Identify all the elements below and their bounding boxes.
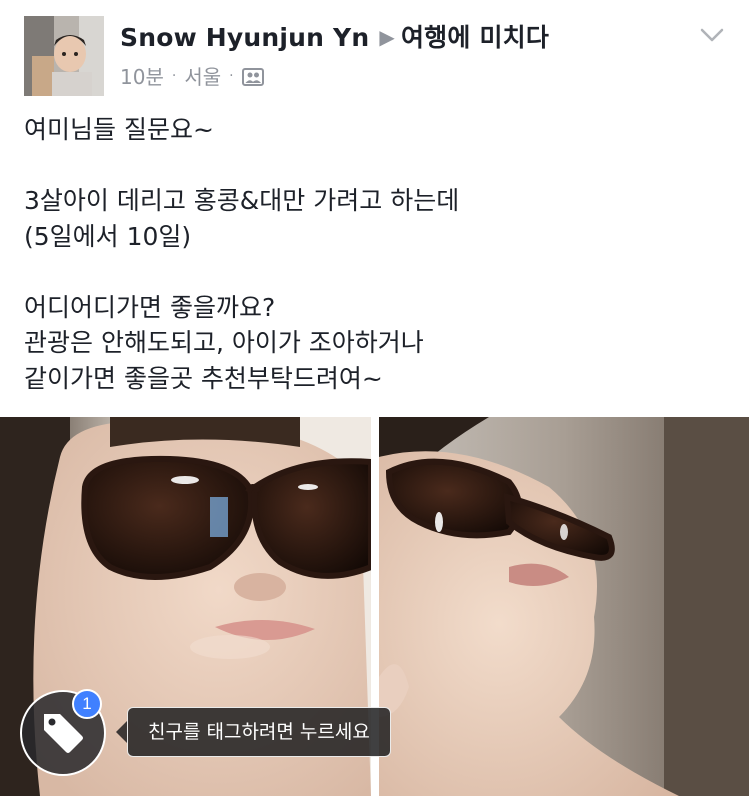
meta-separator: · xyxy=(171,67,177,84)
author-avatar[interactable] xyxy=(24,16,104,96)
shared-to-arrow-icon: ▶ xyxy=(379,25,395,49)
post-header: Snow Hyunjun Yn ▶ 여행에 미치다 10분 · 서울 · xyxy=(0,0,749,110)
chevron-down-icon[interactable] xyxy=(699,26,725,44)
post-line: (5일에서 10일) xyxy=(24,221,192,251)
meta-separator: · xyxy=(229,67,234,84)
author-line: Snow Hyunjun Yn ▶ 여행에 미치다 xyxy=(120,18,549,54)
post-line: 3살아이 데리고 홍콩&대만 가려고 하는데 xyxy=(24,186,460,215)
tag-tooltip[interactable]: 친구를 태그하려면 누르세요 xyxy=(127,707,391,757)
post-meta: 10분 · 서울 · xyxy=(120,61,264,90)
post-time[interactable]: 10분 xyxy=(120,61,164,90)
post-line: 같이가면 좋을곳 추천부탁드려여~ xyxy=(24,363,383,393)
author-name[interactable]: Snow Hyunjun Yn xyxy=(120,23,369,52)
post-line: 어디어디가면 좋을까요? xyxy=(24,292,276,322)
post-line: 관광은 안해도되고, 아이가 조아하거나 xyxy=(24,328,424,357)
post-line: 여미님들 질문요~ xyxy=(24,115,214,144)
photo-right[interactable] xyxy=(379,417,749,796)
group-name[interactable]: 여행에 미치다 xyxy=(401,23,549,52)
tag-count-badge: 1 xyxy=(72,689,102,719)
post-location[interactable]: 서울 xyxy=(184,61,221,90)
friends-icon[interactable] xyxy=(241,67,264,86)
post-message: 여미님들 질문요~ 3살아이 데리고 홍콩&대만 가려고 하는데 (5일에서 1… xyxy=(24,112,724,396)
